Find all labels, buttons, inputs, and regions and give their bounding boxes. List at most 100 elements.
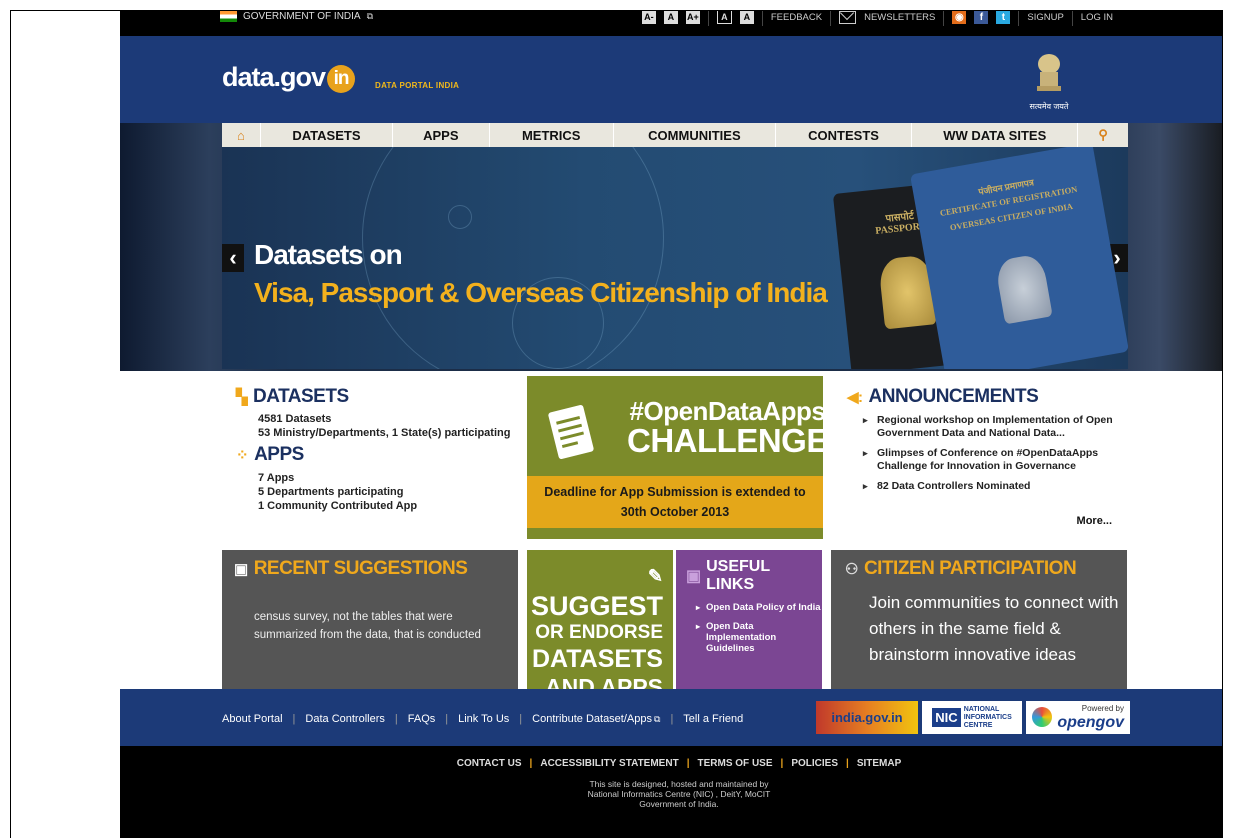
emblem-icon <box>994 253 1053 325</box>
footer-link-faqs[interactable]: FAQs <box>408 713 436 725</box>
more-link[interactable]: More... <box>1077 515 1112 527</box>
divider: | <box>394 713 398 725</box>
signup-link[interactable]: SIGNUP <box>1027 12 1063 23</box>
contrast-light-button[interactable]: A <box>739 11 754 24</box>
datasets-tile[interactable]: ▚ DATASETS 4581 Datasets 53 Ministry/Depa… <box>222 376 518 539</box>
citizen-title: CITIZEN PARTICIPATION <box>863 558 1077 579</box>
external-link-icon: ⧉ <box>654 713 661 724</box>
terms-link[interactable]: TERMS OF USE <box>698 758 773 769</box>
citizen-heading: ⚇ CITIZEN PARTICIPATION <box>845 558 1127 580</box>
globe-icon <box>1032 707 1052 727</box>
divider: | <box>780 758 784 769</box>
divider: | <box>846 758 849 769</box>
emblem-motto: सत्यमेव जयते <box>1029 102 1069 111</box>
useful-links-list: Open Data Policy of India Open Data Impl… <box>696 602 822 654</box>
powered-by-label: Powered by <box>1081 704 1124 713</box>
hero-heading[interactable]: Datasets on <box>254 239 403 271</box>
challenge-tile[interactable]: #OpenDataApps CHALLENGE Deadline for App… <box>527 376 828 539</box>
nic-badge[interactable]: NIC NATIONAL INFORMATICS CENTRE <box>922 701 1022 734</box>
accessibility-link[interactable]: ACCESSIBILITY STATEMENT <box>540 758 678 769</box>
footer-link-contribute[interactable]: Contribute Dataset/Apps <box>532 713 652 725</box>
contrast-dark-button[interactable]: A <box>716 11 732 24</box>
footer-link-about[interactable]: About Portal <box>222 713 283 725</box>
link-icon: ▣ <box>686 568 702 585</box>
rss-icon[interactable]: ◉ <box>952 11 967 24</box>
footer-link-controllers[interactable]: Data Controllers <box>305 713 384 725</box>
feedback-link[interactable]: FEEDBACK <box>771 12 822 23</box>
announcement-item[interactable]: Regional workshop on Implementation of O… <box>863 414 1127 440</box>
divider <box>707 11 709 26</box>
site-footer: CONTACT US | ACCESSIBILITY STATEMENT | TER… <box>120 746 1222 838</box>
divider: | <box>519 713 523 725</box>
nav-communities[interactable]: COMMUNITIES <box>614 123 776 147</box>
footer-link-linktous[interactable]: Link To Us <box>458 713 509 725</box>
hero-subheading[interactable]: Visa, Passport & Overseas Citizenship of… <box>254 277 828 309</box>
datasets-count: 4581 Datasets <box>258 413 332 425</box>
suggest-line3: DATASETS <box>531 645 663 673</box>
nav-metrics[interactable]: METRICS <box>490 123 614 147</box>
nav-ww-data-sites[interactable]: WW DATA SITES <box>912 123 1079 147</box>
challenge-deadline: Deadline for App Submission is extended … <box>527 476 823 528</box>
india-gov-badge[interactable]: india.gov.in <box>816 701 918 734</box>
announcement-item[interactable]: Glimpses of Conference on #OpenDataApps … <box>863 447 1127 473</box>
apps-title: APPS <box>254 444 304 465</box>
announcements-tile: ◀: ANNOUNCEMENTS Regional workshop on Imp… <box>831 376 1127 539</box>
announcements-title: ANNOUNCEMENTS <box>868 386 1039 407</box>
envelope-icon <box>839 11 857 24</box>
site-logo[interactable]: data.gov in <box>222 62 356 93</box>
government-of-india-link[interactable]: GOVERNMENT OF INDIA ⧉ <box>220 11 373 22</box>
text-decrease-button[interactable]: A- <box>641 11 656 24</box>
partner-badges: india.gov.in NIC NATIONAL INFORMATICS CE… <box>816 701 1130 734</box>
calendar-icon: ▣ <box>234 561 248 578</box>
nav-apps[interactable]: APPS <box>393 123 490 147</box>
nav-datasets[interactable]: DATASETS <box>261 123 394 147</box>
twitter-icon[interactable]: t <box>996 11 1011 24</box>
citizen-participation-tile[interactable]: ⚇ CITIZEN PARTICIPATION Join communities … <box>831 550 1127 689</box>
sitemap-link[interactable]: SITEMAP <box>857 758 901 769</box>
datasets-title: DATASETS <box>253 386 349 407</box>
datasets-icon: ▚ <box>236 389 248 406</box>
deadline-line2: 30th October 2013 <box>620 505 730 519</box>
top-links: A- A A+ A A FEEDBACK NEWSLETTERS ◉ f t S… <box>641 11 1113 26</box>
recent-suggestions-tile[interactable]: ▣ RECENT SUGGESTIONS census survey, not t… <box>222 550 518 689</box>
main-nav: ⌂ DATASETS APPS METRICS COMMUNITIES CONT… <box>222 123 1128 147</box>
divider <box>761 11 763 26</box>
hero-prev-button[interactable]: ‹ <box>222 244 244 272</box>
oci-certificate-image: पंजीयन प्रमाणपत्र CERTIFICATE OF REGISTR… <box>909 147 1128 369</box>
suggest-datasets-tile[interactable]: ✎ SUGGEST OR ENDORSE DATASETS AND APPS <box>527 550 673 700</box>
contact-us-link[interactable]: CONTACT US <box>457 758 522 769</box>
announcement-item[interactable]: 82 Data Controllers Nominated <box>863 480 1127 493</box>
nav-contests[interactable]: CONTESTS <box>776 123 913 147</box>
useful-heading: ▣ USEFUL LINKS <box>686 558 822 594</box>
challenge-title: #OpenDataApps CHALLENGE <box>627 396 828 457</box>
lion-capital-icon <box>1037 54 1061 91</box>
apps-heading: ⁘ APPS <box>236 444 518 466</box>
recent-heading: ▣ RECENT SUGGESTIONS <box>234 558 518 580</box>
divider: | <box>686 758 690 769</box>
logo-text: data.gov <box>222 62 326 92</box>
suggest-word: SUGGEST <box>530 591 663 621</box>
credit-line2: National Informatics Centre (NIC) , Deit… <box>587 789 771 799</box>
top-utility-bar: GOVERNMENT OF INDIA ⧉ A- A A+ A A FEEDBA… <box>120 11 1222 36</box>
policies-link[interactable]: POLICIES <box>791 758 838 769</box>
login-link[interactable]: LOG IN <box>1081 12 1113 23</box>
page-frame: GOVERNMENT OF INDIA ⧉ A- A A+ A A FEEDBA… <box>10 10 1223 838</box>
useful-link[interactable]: Open Data Policy of India <box>696 602 822 613</box>
useful-title: USEFUL LINKS <box>706 558 770 593</box>
facebook-icon[interactable]: f <box>974 11 989 24</box>
footer-nav: CONTACT US | ACCESSIBILITY STATEMENT | TER… <box>120 746 1222 769</box>
nav-home[interactable]: ⌂ <box>222 123 261 147</box>
nav-search[interactable]: ⚲ <box>1078 123 1128 147</box>
opengov-badge[interactable]: Powered by opengov <box>1026 701 1130 734</box>
document-icon <box>548 404 594 460</box>
citizen-text: Join communities to connect with others … <box>869 593 1119 664</box>
datasets-participation: 53 Ministry/Departments, 1 State(s) part… <box>258 427 511 439</box>
text-increase-button[interactable]: A+ <box>685 11 700 24</box>
footer-link-tell-friend[interactable]: Tell a Friend <box>683 713 743 725</box>
useful-link[interactable]: Open Data Implementation Guidelines <box>696 621 822 654</box>
newsletters-link[interactable]: NEWSLETTERS <box>864 12 935 23</box>
government-label: GOVERNMENT OF INDIA <box>243 11 361 22</box>
credit-line1: This site is designed, hosted and mainta… <box>589 779 769 789</box>
text-normal-button[interactable]: A <box>663 11 678 24</box>
suggest-line2: OR ENDORSE <box>535 622 663 643</box>
